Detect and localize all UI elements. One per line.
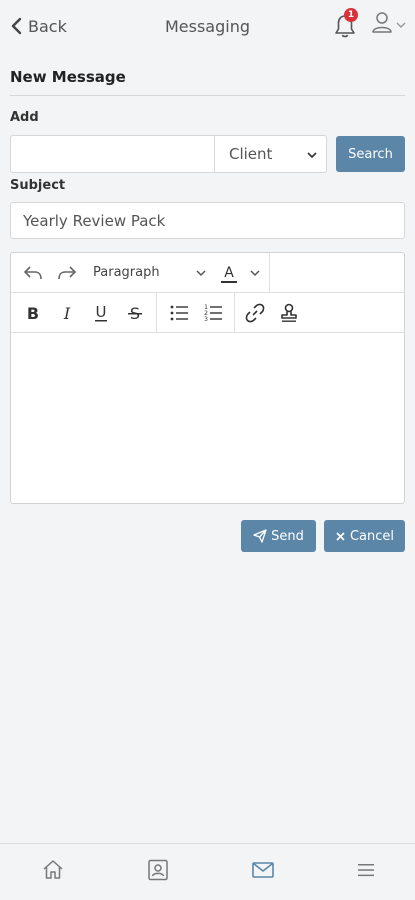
block-format-select[interactable]: Paragraph xyxy=(93,265,160,280)
font-color-letter: A xyxy=(224,265,234,281)
bulleted-list-icon[interactable] xyxy=(167,301,191,325)
top-bar: Back Messaging 1 xyxy=(0,0,415,54)
add-recipient-input[interactable] xyxy=(10,135,214,173)
contact-card-icon[interactable] xyxy=(146,858,170,882)
close-icon xyxy=(336,531,345,541)
subject-input[interactable]: Yearly Review Pack xyxy=(10,202,405,239)
svg-text:I: I xyxy=(63,304,71,323)
editor-toolbar-row-1: Paragraph A xyxy=(11,253,404,293)
user-menu-icon[interactable] xyxy=(370,10,408,38)
home-icon[interactable] xyxy=(41,858,65,882)
bold-icon[interactable]: B xyxy=(21,301,45,325)
svg-text:B: B xyxy=(27,304,39,323)
link-icon[interactable] xyxy=(243,301,267,325)
undo-icon[interactable] xyxy=(21,261,45,285)
stamp-icon[interactable] xyxy=(277,301,301,325)
mail-icon[interactable] xyxy=(251,858,275,882)
recipient-type-select[interactable]: Client xyxy=(214,135,327,173)
strikethrough-icon[interactable]: S xyxy=(123,301,147,325)
chevron-down-icon[interactable] xyxy=(195,267,207,279)
menu-icon[interactable] xyxy=(354,858,378,882)
divider xyxy=(10,95,405,96)
chevron-down-icon[interactable] xyxy=(249,267,261,279)
numbered-list-icon[interactable]: 1 2 3 xyxy=(201,301,225,325)
svg-text:3: 3 xyxy=(204,316,208,323)
recipient-type-value: Client xyxy=(229,145,273,163)
bottom-navigation xyxy=(0,843,415,900)
section-title: New Message xyxy=(10,68,126,86)
cancel-button[interactable]: Cancel xyxy=(324,520,405,552)
underline-icon[interactable]: U xyxy=(89,301,113,325)
chevron-down-icon xyxy=(307,152,317,159)
cancel-label: Cancel xyxy=(349,528,395,544)
italic-icon[interactable]: I xyxy=(55,301,79,325)
send-button[interactable]: Send xyxy=(241,520,316,552)
editor-toolbar-row-2: B I U S 1 2 3 xyxy=(11,293,404,333)
send-icon xyxy=(253,529,267,543)
toolbar-separator xyxy=(269,253,270,293)
message-body-input[interactable] xyxy=(11,334,404,503)
svg-text:U: U xyxy=(96,303,107,321)
redo-icon[interactable] xyxy=(55,261,79,285)
search-button[interactable]: Search xyxy=(336,136,405,172)
message-editor: Paragraph A B I U S 1 2 3 xyxy=(10,252,405,504)
toolbar-separator xyxy=(234,293,235,333)
toolbar-separator xyxy=(156,293,157,333)
notification-badge: 1 xyxy=(344,8,358,22)
add-label: Add xyxy=(10,110,39,125)
subject-label: Subject xyxy=(10,178,66,193)
font-color-icon[interactable]: A xyxy=(219,262,239,286)
send-label: Send xyxy=(271,528,304,544)
